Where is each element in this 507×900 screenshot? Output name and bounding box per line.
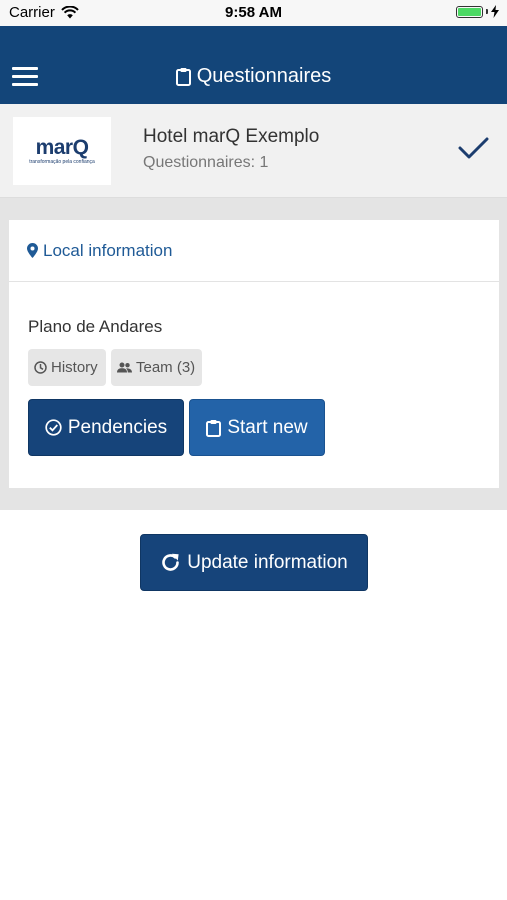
check-icon[interactable] bbox=[458, 136, 489, 160]
battery-cap bbox=[486, 9, 488, 14]
content-area: Local information Plano de Andares Histo… bbox=[0, 198, 507, 510]
update-information-label: Update information bbox=[187, 551, 348, 573]
team-label: Team (3) bbox=[136, 359, 196, 376]
logo-wordmark: marQ bbox=[35, 136, 89, 159]
location-pin-icon bbox=[27, 243, 38, 258]
local-info-title: Local information bbox=[43, 240, 173, 260]
pendencies-label: Pendencies bbox=[67, 416, 168, 438]
clipboard-icon bbox=[175, 68, 191, 86]
status-time: 9:58 AM bbox=[225, 4, 282, 21]
logo-tagline: transformação pela confiança bbox=[29, 159, 95, 165]
clipboard-icon bbox=[206, 419, 222, 437]
charging-bolt-icon bbox=[491, 5, 499, 18]
questionnaire-name: Plano de Andares bbox=[28, 317, 163, 336]
battery-icon bbox=[456, 5, 483, 18]
history-label: History bbox=[51, 359, 98, 376]
page-title-text: Questionnaires bbox=[196, 65, 332, 87]
update-information-button[interactable]: Update information bbox=[140, 534, 368, 591]
people-icon bbox=[117, 362, 132, 373]
status-bar: Carrier 9:58 AM bbox=[0, 0, 507, 26]
refresh-icon bbox=[162, 553, 180, 571]
history-chip[interactable]: History bbox=[28, 349, 106, 386]
clock-icon bbox=[34, 361, 47, 374]
questionnaire-count: Questionnaires: 1 bbox=[143, 154, 269, 171]
start-new-button[interactable]: Start new bbox=[189, 399, 325, 456]
team-chip[interactable]: Team (3) bbox=[111, 349, 202, 386]
hotel-header: marQ transformação pela confiança Hotel … bbox=[0, 104, 507, 198]
hotel-logo: marQ transformação pela confiança bbox=[13, 117, 111, 185]
hotel-name: Hotel marQ Exemplo bbox=[143, 126, 320, 147]
start-new-label: Start new bbox=[227, 416, 308, 438]
pendencies-button[interactable]: Pendencies bbox=[28, 399, 184, 456]
local-info-card: Local information Plano de Andares Histo… bbox=[9, 220, 499, 488]
local-info-header[interactable]: Local information bbox=[9, 220, 499, 282]
check-circle-icon bbox=[45, 419, 62, 436]
page-title: Questionnaires bbox=[0, 65, 507, 88]
nav-bar: Questionnaires bbox=[0, 26, 507, 104]
battery-group bbox=[456, 5, 499, 18]
